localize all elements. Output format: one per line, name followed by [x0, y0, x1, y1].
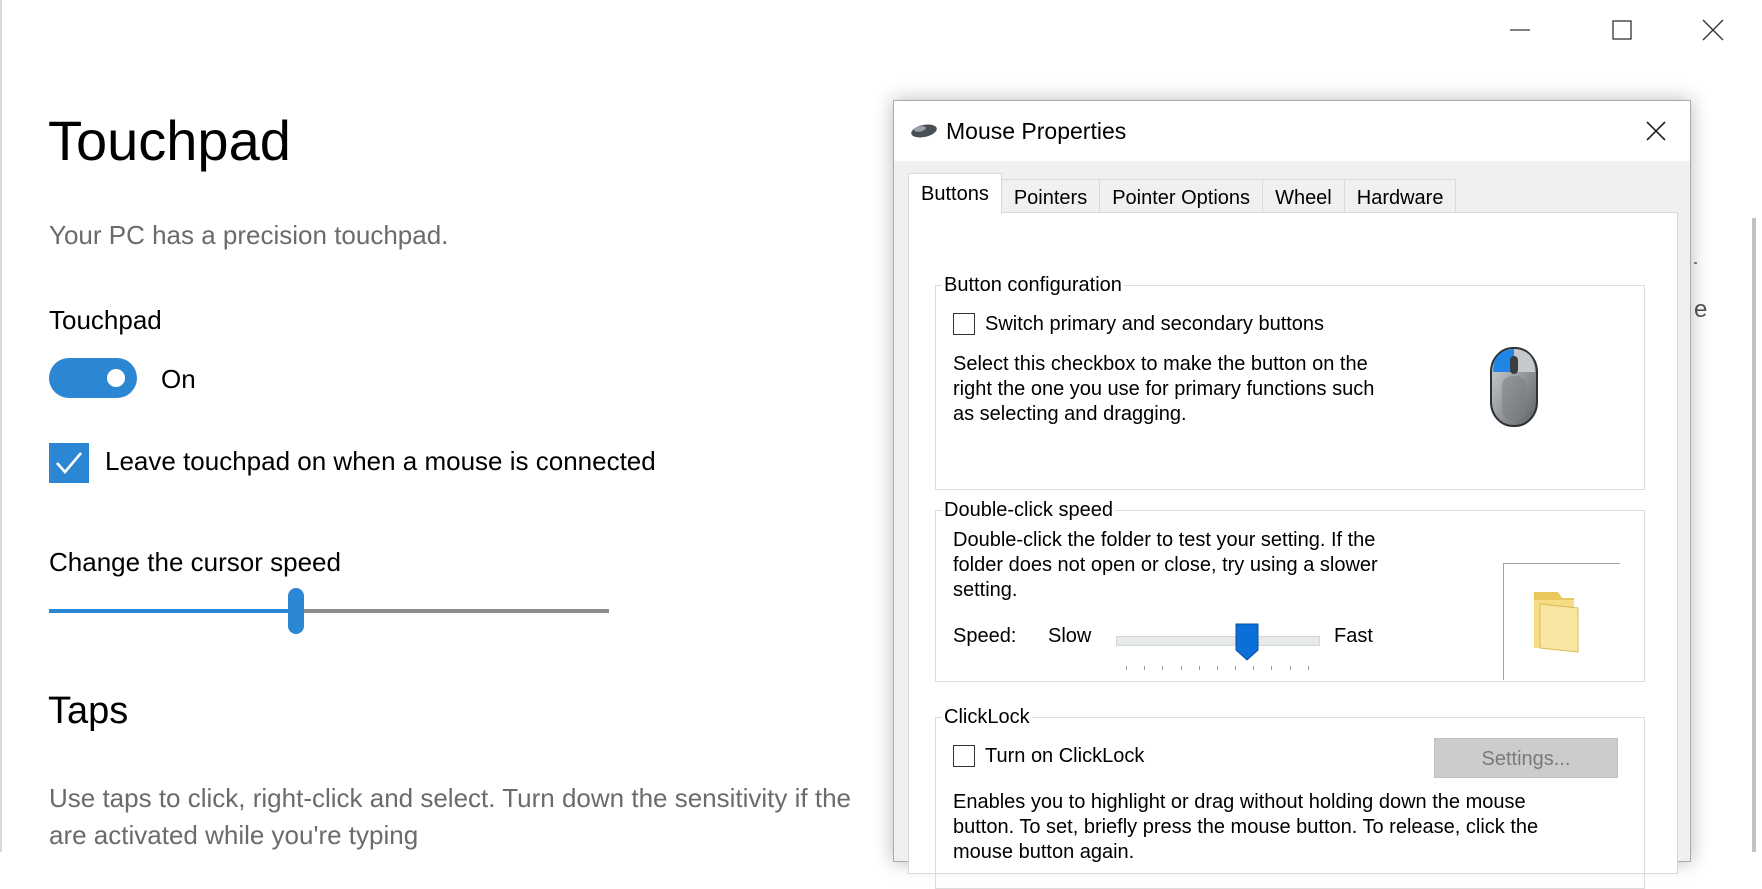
- close-icon: [1646, 121, 1666, 141]
- page-subtitle: Your PC has a precision touchpad.: [49, 220, 449, 250]
- clicklock-label: Turn on ClickLock: [985, 745, 1145, 767]
- toggle-knob: [107, 369, 125, 387]
- cursor-speed-track[interactable]: [299, 609, 609, 613]
- tick: [1181, 666, 1182, 670]
- description-line: setting.: [953, 579, 1018, 601]
- description-line: mouse button again.: [953, 841, 1135, 863]
- tick: [1126, 666, 1127, 670]
- button-config-description: Select this checkbox to make the button …: [953, 352, 1374, 427]
- maximize-icon: [1612, 20, 1632, 40]
- double-click-speed-track[interactable]: [1116, 636, 1320, 646]
- touchpad-toggle[interactable]: [49, 358, 137, 398]
- maximize-button[interactable]: [1594, 8, 1650, 52]
- description-line: right the one you use for primary functi…: [953, 378, 1375, 400]
- tab-pointers[interactable]: Pointers: [1001, 179, 1101, 214]
- tab-hardware[interactable]: Hardware: [1344, 179, 1457, 214]
- group-label: Button configuration: [942, 273, 1124, 297]
- speed-label: Speed:: [953, 625, 1017, 647]
- test-folder-box[interactable]: [1503, 563, 1620, 680]
- close-icon: [1702, 19, 1724, 41]
- tick: [1144, 666, 1145, 670]
- folder-icon: [1534, 592, 1579, 653]
- checkmark-icon: [56, 452, 82, 474]
- tick: [1271, 666, 1272, 670]
- description-line: folder does not open or close, try using…: [953, 554, 1378, 576]
- tick: [1162, 666, 1163, 670]
- taps-heading: Taps: [48, 690, 129, 732]
- minimize-button[interactable]: [1492, 8, 1548, 52]
- fast-label: Fast: [1334, 625, 1373, 647]
- tab-buttons[interactable]: Buttons: [908, 173, 1002, 214]
- description-line: Select this checkbox to make the button …: [953, 353, 1368, 375]
- cursor-speed-track-filled: [49, 609, 299, 613]
- clicklock-checkbox[interactable]: [953, 745, 975, 767]
- taps-description-line2: are activated while you're typing: [49, 820, 419, 850]
- dialog-title: Mouse Properties: [946, 118, 1127, 144]
- tick: [1199, 666, 1200, 670]
- tick: [1253, 666, 1254, 670]
- tick: [1308, 666, 1309, 670]
- close-button[interactable]: [1685, 8, 1741, 52]
- mouse-icon: [911, 124, 937, 138]
- group-label: Double-click speed: [942, 498, 1115, 522]
- dialog-titlebar[interactable]: Mouse Properties: [894, 101, 1690, 161]
- tab-wheel[interactable]: Wheel: [1263, 179, 1345, 214]
- description-line: Double-click the folder to test your set…: [953, 529, 1376, 551]
- window-left-border: [0, 0, 2, 852]
- switch-buttons-checkbox[interactable]: [953, 313, 975, 335]
- minimize-icon: [1510, 29, 1530, 31]
- mouse-buttons-icon: [1490, 347, 1538, 427]
- description-line: Enables you to highlight or drag without…: [953, 791, 1526, 813]
- tick: [1235, 666, 1236, 670]
- switch-buttons-label: Switch primary and secondary buttons: [985, 313, 1325, 335]
- leave-on-checkbox[interactable]: [49, 443, 89, 483]
- dialog-close-button[interactable]: [1636, 113, 1676, 149]
- cursor-speed-label: Change the cursor speed: [49, 547, 341, 577]
- page-title: Touchpad: [48, 109, 291, 172]
- taps-description: Use taps to click, right-click and selec…: [49, 780, 909, 854]
- edge-mark: [1694, 262, 1697, 264]
- clicklock-settings-button[interactable]: Settings...: [1434, 738, 1618, 778]
- group-label: ClickLock: [942, 705, 1032, 729]
- mouse-properties-dialog: Mouse Properties Buttons Pointers Pointe…: [893, 100, 1691, 889]
- touchpad-label: Touchpad: [49, 305, 162, 335]
- double-click-speed-thumb[interactable]: [1235, 623, 1259, 661]
- dialog-body: Buttons Pointers Pointer Options Wheel H…: [894, 161, 1690, 889]
- leave-on-label: Leave touchpad on when a mouse is connec…: [105, 446, 656, 476]
- edge-text: e: [1694, 296, 1708, 323]
- clicklock-description: Enables you to highlight or drag without…: [953, 790, 1538, 865]
- tick: [1290, 666, 1291, 670]
- description-line: as selecting and dragging.: [953, 403, 1187, 425]
- cursor-speed-thumb[interactable]: [288, 588, 304, 634]
- tick: [1217, 666, 1218, 670]
- description-line: button. To set, briefly press the mouse …: [953, 816, 1539, 838]
- button-configuration-group: Button configuration Switch primary and …: [935, 273, 1645, 490]
- toggle-state-label: On: [161, 364, 196, 394]
- double-click-speed-group: Double-click speed Double-click the fold…: [935, 498, 1645, 682]
- slow-label: Slow: [1048, 625, 1092, 647]
- taps-description-line1: Use taps to click, right-click and selec…: [49, 783, 852, 813]
- clicklock-group: ClickLock Turn on ClickLock Settings... …: [935, 705, 1645, 889]
- tab-strip: Buttons Pointers Pointer Options Wheel H…: [908, 173, 1457, 214]
- double-click-description: Double-click the folder to test your set…: [953, 528, 1378, 603]
- buttons-tab-panel: Button configuration Switch primary and …: [908, 212, 1678, 889]
- scrollbar[interactable]: [1752, 218, 1756, 852]
- tab-pointer-options[interactable]: Pointer Options: [1100, 179, 1264, 214]
